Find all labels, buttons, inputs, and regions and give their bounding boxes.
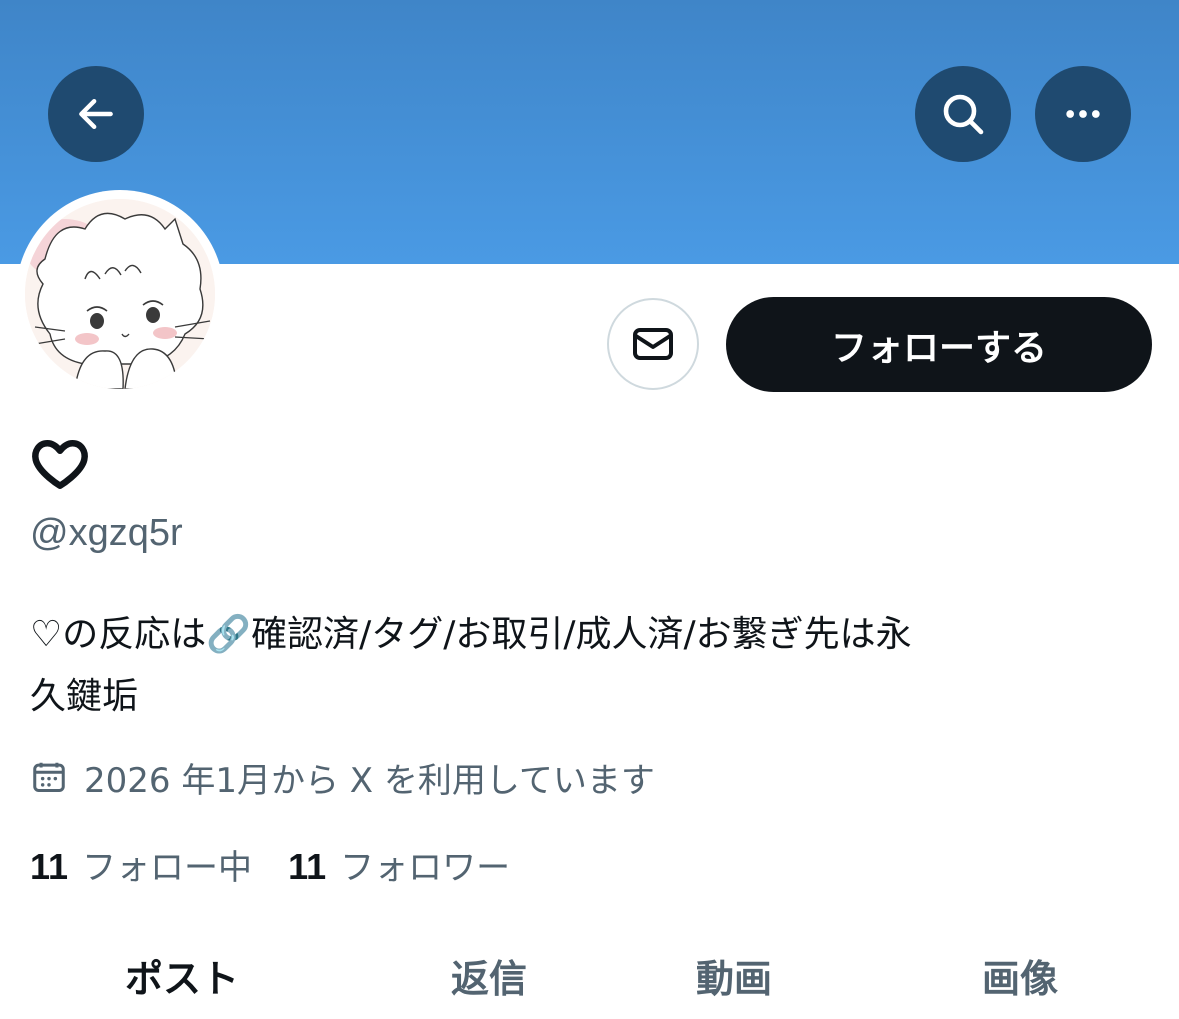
tab-videos[interactable]: 動画 (696, 948, 772, 1003)
tab-images[interactable]: 画像 (982, 948, 1058, 1003)
tab-replies[interactable]: 返信 (451, 948, 527, 1003)
follow-button[interactable]: フォローする (726, 297, 1152, 392)
follow-stats: 11 フォロー中 11 フォロワー (30, 840, 546, 889)
tab-posts[interactable]: ポスト (125, 948, 239, 1003)
following-label: フォロー中 (82, 848, 253, 888)
search-button[interactable] (915, 66, 1011, 162)
profile-tabs: ポスト 返信 動画 画像 (0, 940, 1179, 1019)
calendar-icon (33, 762, 65, 792)
joined-date: 2026 年1月から X を利用しています (30, 752, 655, 802)
bio-line-2: 久鍵垢 (30, 676, 139, 717)
avatar-frame[interactable] (16, 190, 224, 398)
back-button[interactable] (48, 66, 144, 162)
avatar[interactable] (25, 199, 215, 389)
search-icon (943, 94, 984, 135)
joined-text: 2026 年1月から X を利用しています (84, 760, 655, 801)
message-button[interactable] (607, 298, 699, 390)
following-link[interactable]: 11 フォロー中 (30, 840, 252, 889)
more-horizontal-icon (1066, 110, 1100, 118)
followers-count: 11 (288, 846, 327, 887)
cartoon-cat-avatar-image (25, 199, 215, 389)
following-count: 11 (30, 846, 69, 887)
followers-label: フォロワー (340, 848, 511, 888)
bio-line-1: ♡の反応は🔗確認済/タグ/お取引/成人済/お繋ぎ先は永 (30, 614, 912, 655)
display-name (30, 434, 90, 494)
user-handle: @xgzq5r (30, 512, 183, 554)
arrow-left-icon (79, 98, 113, 130)
heart-outline-icon (32, 440, 88, 489)
mail-icon (633, 328, 673, 360)
profile-bio: ♡の反応は🔗確認済/タグ/お取引/成人済/お繋ぎ先は永 久鍵垢 (30, 604, 1140, 728)
followers-link[interactable]: 11 フォロワー (288, 840, 510, 889)
more-options-button[interactable] (1035, 66, 1131, 162)
